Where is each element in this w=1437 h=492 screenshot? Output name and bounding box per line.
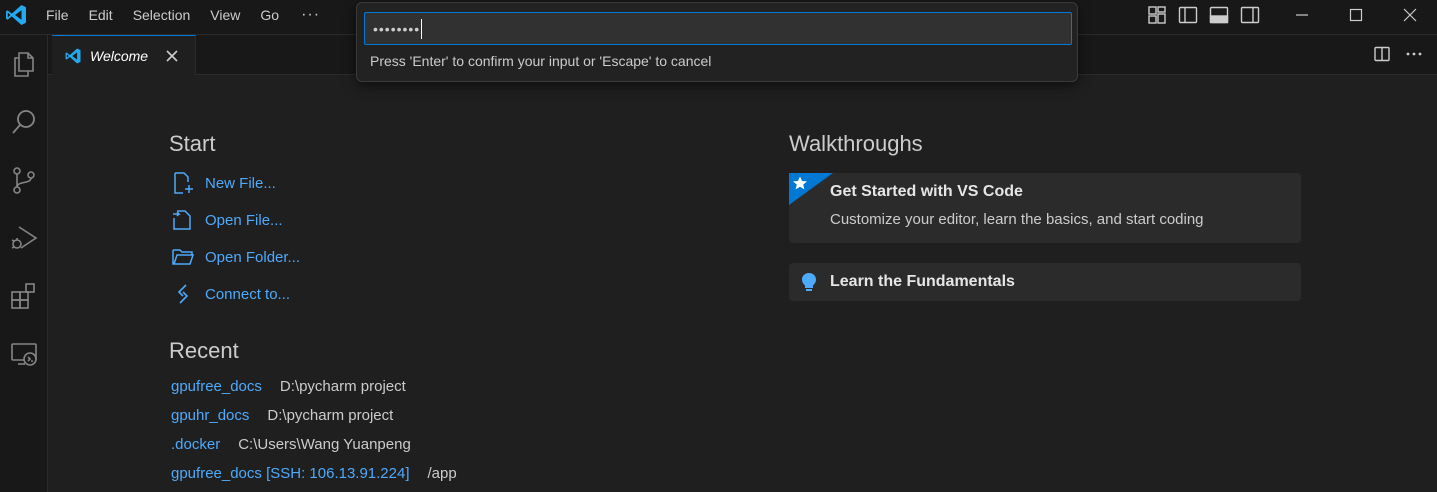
menu-bar: File Edit Selection View Go ··· (36, 0, 332, 30)
window-controls (1275, 0, 1437, 30)
password-input[interactable]: •••••••• (364, 12, 1072, 45)
close-icon (1403, 8, 1417, 22)
recent-heading: Recent (169, 338, 239, 363)
explorer-button[interactable] (8, 48, 40, 80)
search-button[interactable] (8, 106, 40, 138)
more-actions-icon[interactable] (1405, 45, 1423, 63)
connect-to-label: Connect to... (205, 285, 291, 303)
vscode-logo-icon (65, 48, 81, 63)
menu-view[interactable]: View (200, 0, 250, 30)
close-tab-icon[interactable] (164, 48, 180, 64)
new-file-icon (174, 172, 193, 194)
recent-item-name[interactable]: gpufree_docs [SSH: 106.13.91.224] (171, 465, 410, 482)
start-heading: Start (169, 131, 216, 156)
layout-controls (1146, 0, 1261, 30)
walkthrough-title: Get Started with VS Code (830, 183, 1023, 200)
activity-bar (0, 35, 48, 492)
tab-label: Welcome (90, 47, 149, 64)
recent-item: gpufree_docs [SSH: 106.13.91.224] /app (171, 463, 457, 483)
tab-welcome[interactable]: Welcome (52, 35, 196, 75)
customize-layout-icon[interactable] (1146, 4, 1168, 26)
walkthroughs-heading: Walkthroughs (789, 131, 923, 156)
source-control-button[interactable] (8, 164, 40, 196)
toggle-secondary-sidebar-icon[interactable] (1239, 4, 1261, 26)
open-file-link[interactable]: Open File... (171, 208, 283, 232)
recent-item: gpufree_docs D:\pycharm project (171, 376, 406, 396)
open-folder-link[interactable]: Open Folder... (171, 245, 300, 269)
menu-more-button[interactable]: ··· (289, 0, 332, 30)
open-file-label: Open File... (205, 211, 283, 229)
recent-item-name[interactable]: gpuhr_docs (171, 407, 249, 424)
walkthrough-title: Learn the Fundamentals (830, 273, 1015, 290)
connect-to-link[interactable]: Connect to... (171, 282, 290, 306)
toggle-primary-sidebar-icon[interactable] (1177, 4, 1199, 26)
remote-explorer-button[interactable] (8, 338, 40, 370)
minimize-icon (1296, 14, 1308, 16)
open-folder-label: Open Folder... (205, 248, 301, 266)
quick-input-message: Press 'Enter' to confirm your input or '… (370, 53, 712, 69)
maximize-button[interactable] (1329, 0, 1383, 30)
featured-star-icon (789, 173, 833, 205)
open-folder-icon (172, 249, 195, 265)
remote-connect-icon (177, 284, 189, 304)
recent-item-path: /app (427, 464, 457, 482)
search-icon (12, 110, 35, 134)
walkthrough-get-started[interactable]: Get Started with VS Code Customize your … (789, 173, 1301, 243)
close-window-button[interactable] (1383, 0, 1437, 30)
recent-item-name[interactable]: gpufree_docs (171, 378, 262, 395)
minimize-button[interactable] (1275, 0, 1329, 30)
new-file-label: New File... (205, 174, 276, 192)
menu-edit[interactable]: Edit (79, 0, 123, 30)
split-editor-icon[interactable] (1373, 45, 1391, 63)
maximize-icon (1349, 8, 1363, 22)
extensions-button[interactable] (8, 280, 40, 312)
walkthrough-description: Customize your editor, learn the basics,… (830, 211, 1204, 228)
vscode-logo-icon (6, 5, 26, 25)
recent-item-path: C:\Users\Wang Yuanpeng (238, 435, 411, 453)
password-masked-value: •••••••• (373, 20, 421, 37)
recent-item: .docker C:\Users\Wang Yuanpeng (171, 434, 411, 454)
new-file-link[interactable]: New File... (171, 171, 276, 195)
quick-input-widget: •••••••• Press 'Enter' to confirm your i… (356, 2, 1078, 82)
recent-item: gpuhr_docs D:\pycharm project (171, 405, 393, 425)
run-debug-icon (11, 226, 38, 249)
run-debug-button[interactable] (8, 222, 40, 254)
source-control-icon (13, 167, 35, 194)
editor-actions (1373, 45, 1423, 63)
recent-item-name[interactable]: .docker (171, 436, 220, 453)
files-icon (14, 52, 34, 77)
recent-item-path: D:\pycharm project (279, 377, 406, 395)
walkthrough-fundamentals[interactable]: Learn the Fundamentals (789, 263, 1301, 301)
extensions-icon (11, 283, 35, 309)
menu-file[interactable]: File (36, 0, 79, 30)
remote-explorer-icon (11, 343, 37, 366)
menu-selection[interactable]: Selection (123, 0, 201, 30)
open-file-icon (173, 210, 191, 230)
lightbulb-icon (802, 273, 816, 291)
recent-item-path: D:\pycharm project (267, 406, 394, 424)
welcome-page: Start New File... Open File... Open Fold… (48, 76, 1437, 492)
menu-go[interactable]: Go (250, 0, 289, 30)
text-caret (421, 18, 423, 39)
toggle-panel-icon[interactable] (1208, 4, 1230, 26)
